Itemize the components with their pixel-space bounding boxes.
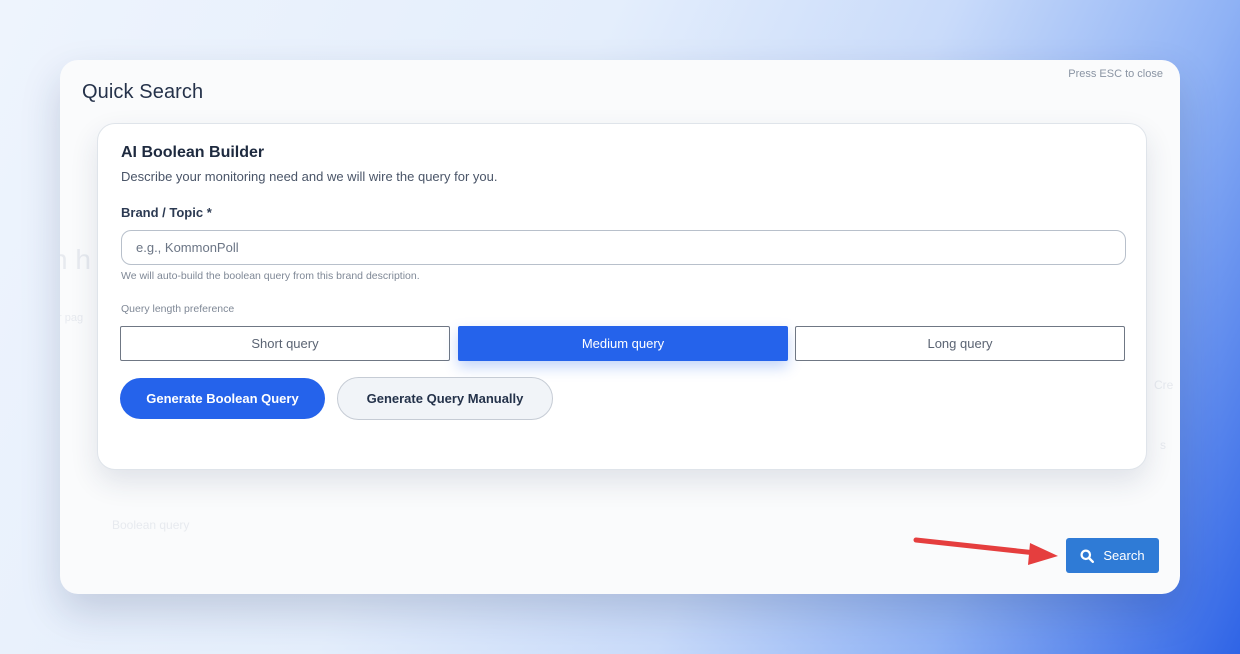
background-ghost-text: n h bbox=[60, 244, 91, 275]
background-ghost-text: Cre bbox=[1154, 378, 1174, 392]
query-length-label: Query length preference bbox=[121, 303, 235, 315]
medium-query-option[interactable]: Medium query bbox=[458, 326, 788, 361]
brand-topic-input[interactable] bbox=[121, 230, 1126, 265]
long-query-option[interactable]: Long query bbox=[795, 326, 1125, 361]
builder-subtitle: Describe your monitoring need and we wil… bbox=[121, 169, 498, 184]
builder-title: AI Boolean Builder bbox=[121, 144, 265, 161]
background-ghost-text: r pag bbox=[60, 312, 84, 324]
esc-hint: Press ESC to close bbox=[1068, 68, 1163, 80]
brand-topic-label: Brand / Topic * bbox=[121, 205, 212, 220]
search-icon bbox=[1080, 549, 1095, 563]
background-ghost-text: Boolean query bbox=[112, 518, 190, 532]
search-button[interactable]: Search bbox=[1066, 538, 1159, 573]
search-button-label: Search bbox=[1103, 548, 1145, 563]
ai-boolean-builder-card: AI Boolean Builder Describe your monitor… bbox=[97, 123, 1147, 470]
background-ghost-text: s bbox=[1160, 438, 1166, 452]
generate-query-manually-button[interactable]: Generate Query Manually bbox=[337, 377, 553, 420]
modal-title: Quick Search bbox=[82, 81, 204, 103]
quick-search-modal: n h r pag Boolean query Cre s Press ESC … bbox=[60, 60, 1180, 594]
generate-boolean-query-button[interactable]: Generate Boolean Query bbox=[120, 378, 325, 419]
brand-help-text: We will auto-build the boolean query fro… bbox=[121, 270, 420, 282]
screenshot-frame: n h r pag Boolean query Cre s Press ESC … bbox=[0, 0, 1240, 654]
short-query-option[interactable]: Short query bbox=[120, 326, 450, 361]
